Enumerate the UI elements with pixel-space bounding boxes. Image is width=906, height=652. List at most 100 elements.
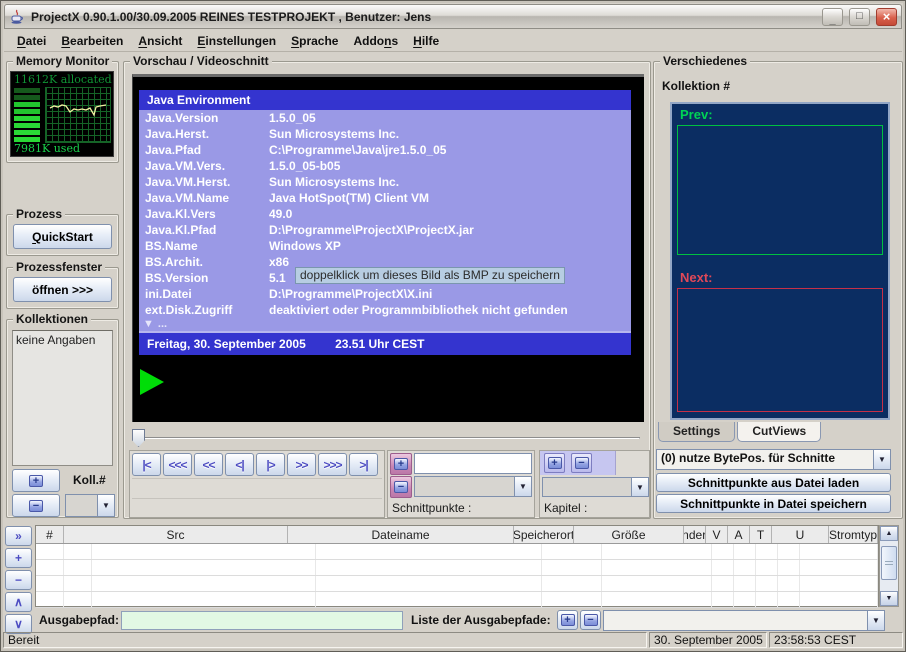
env-value: 49.0 [269,206,292,222]
column-header[interactable]: Größe [574,526,684,543]
env-key: Java.Version [145,110,269,126]
cutmode-combobox[interactable]: (0) nutze BytePos. für Schnitte ▼ [656,449,891,470]
remove-chapter-button[interactable]: − [571,453,592,473]
chevron-down-icon[interactable]: ▼ [514,477,531,496]
output-path-input[interactable] [121,611,403,630]
video-preview-area[interactable]: Java Environment Java.Version 1.5.0_05 J… [132,74,644,422]
scroll-down-icon[interactable]: ▼ [880,591,898,606]
quickstart-button[interactable]: QuickStart [13,224,112,249]
add-chapter-button[interactable]: + [544,453,565,473]
scroll-up-icon[interactable]: ▲ [880,526,898,541]
maximize-button[interactable]: □ [849,8,870,26]
env-value: 5.1 [269,270,286,286]
chapter-buttons-strip: + − [540,451,616,475]
file-table[interactable]: #SrcDateinameSpeicherortGrößeGeändert am… [35,525,879,607]
transport-button[interactable]: |< [132,453,161,476]
menu-item[interactable]: Sprache [288,33,341,49]
table-cell [316,576,542,591]
menu-item[interactable]: Addons [350,33,401,49]
cutpoint-input[interactable] [414,453,532,474]
title-bar[interactable]: ProjectX 0.90.1.00/30.09.2005 REINES TES… [4,4,902,29]
toolbar-button[interactable]: − [5,570,32,590]
status-date: 30. September 2005 [649,632,767,648]
table-cell [712,592,734,607]
column-header[interactable]: Speicherort [514,526,574,543]
transport-button[interactable]: >> [287,453,316,476]
java-environment-rows: Java.Version 1.5.0_05 Java.Herst. Sun Mi… [139,110,631,318]
column-header[interactable]: # [36,526,64,543]
save-cutpoints-button[interactable]: Schnittpunkte in Datei speichern [656,494,891,513]
table-cell [734,544,756,559]
table-cell [64,576,92,591]
menu-item[interactable]: Bearbeiten [58,33,126,49]
add-cutpoint-button[interactable]: + [390,453,412,475]
table-row[interactable] [36,592,878,608]
transport-button[interactable]: <| [225,453,254,476]
prozessfenster-title: Prozessfenster [13,260,105,274]
remove-cutpoint-button[interactable]: − [390,476,412,498]
collections-list[interactable]: keine Angaben [12,330,113,466]
load-cutpoints-button[interactable]: Schnittpunkte aus Datei laden [656,473,891,492]
column-header[interactable]: A [728,526,750,543]
chevron-down-icon[interactable]: ▼ [97,495,114,516]
transport-button[interactable]: |> [256,453,285,476]
output-paths-combobox[interactable]: ▼ [603,610,885,631]
scrollbar-thumb[interactable] [881,546,897,580]
transport-button[interactable]: <<< [163,453,192,476]
transport-button[interactable]: >>> [318,453,347,476]
column-header[interactable]: Src [64,526,288,543]
column-header[interactable]: Dateiname [288,526,514,543]
chevron-down-icon[interactable]: ▼ [867,611,884,630]
chapters-combobox[interactable]: ▼ [542,477,649,497]
prozess-title: Prozess [13,207,65,221]
tab[interactable]: CutViews [737,422,821,442]
file-table-body[interactable] [36,544,878,608]
next-frame-box[interactable] [677,288,883,412]
prev-frame-box[interactable] [677,125,883,255]
table-cell [36,592,64,607]
plus-icon: + [394,458,408,470]
collection-number-combobox[interactable]: ▼ [65,494,115,517]
transport-button[interactable]: << [194,453,223,476]
table-cell [36,576,64,591]
position-slider[interactable] [130,428,642,448]
slider-thumb[interactable] [132,429,145,447]
chevron-down-icon[interactable]: ▼ [873,450,890,469]
table-cell [712,544,734,559]
table-scrollbar[interactable]: ▲ ▼ [879,525,899,607]
column-header[interactable]: V [706,526,728,543]
table-cell [602,576,712,591]
menu-item[interactable]: Ansicht [135,33,185,49]
table-row[interactable] [36,576,878,592]
column-header[interactable]: U [772,526,829,543]
cutpoints-combobox[interactable]: ▼ [414,476,532,497]
toolbar-button[interactable]: + [5,548,32,568]
column-header[interactable]: Geändert am [684,526,706,543]
table-row[interactable] [36,560,878,576]
toolbar-button[interactable]: » [5,526,32,546]
memory-monitor-display[interactable]: 11612K allocated 7981K used [10,71,114,157]
koll-number-label: Koll.# [73,473,106,487]
remove-collection-button[interactable]: − [12,494,60,517]
minimize-button[interactable]: _ [822,8,843,26]
prozess-group: Prozess QuickStart [6,214,119,256]
play-icon [140,369,164,395]
add-collection-button[interactable]: + [12,469,60,492]
slider-track[interactable] [132,437,640,439]
output-path-label: Ausgabepfad: [39,613,119,627]
menu-item[interactable]: Datei [14,33,49,49]
projectx-window: ProjectX 0.90.1.00/30.09.2005 REINES TES… [0,0,906,652]
column-header[interactable]: Stromtyp [829,526,878,543]
chevron-down-icon[interactable]: ▼ [631,478,648,496]
remove-output-path-button[interactable]: − [580,610,601,630]
add-output-path-button[interactable]: + [557,610,578,630]
menu-item[interactable]: Hilfe [410,33,442,49]
transport-button[interactable]: >| [349,453,378,476]
tab[interactable]: Settings [658,422,735,442]
column-header[interactable]: T [750,526,772,543]
table-cell [800,560,878,575]
menu-item[interactable]: Einstellungen [194,33,279,49]
close-button[interactable]: × [876,8,897,26]
open-process-window-button[interactable]: öffnen >>> [13,277,112,302]
table-row[interactable] [36,544,878,560]
